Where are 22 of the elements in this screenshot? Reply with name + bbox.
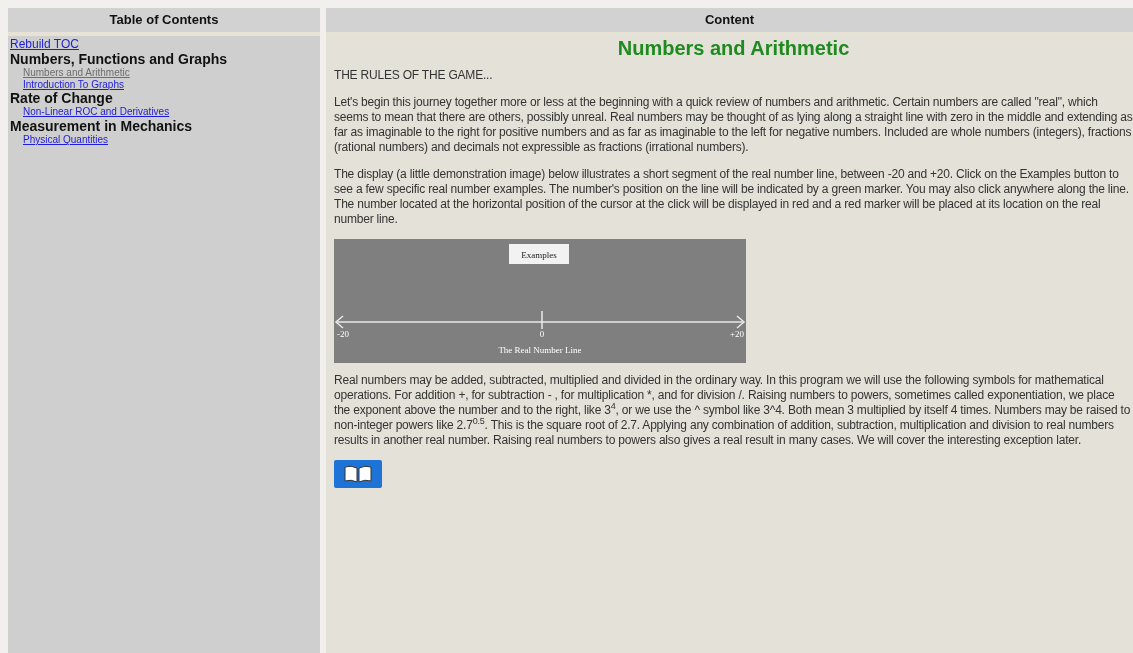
axis-label: -20 [337,328,349,339]
section-heading: Measurement in Mechanics [10,118,194,135]
axis-caption: The Real Number Line [498,344,582,355]
rebuild-toc-link[interactable]: Rebuild TOC [10,37,79,52]
number-line-display[interactable]: Examples -20 0 +20 The Real Number Line [334,238,746,363]
section-heading: Rate of Change [10,90,113,107]
number-line[interactable] [334,309,746,330]
paragraph: THE RULES OF THE GAME... [334,67,494,83]
toc-link[interactable]: Physical Quantities [10,134,109,146]
book-icon [343,464,373,483]
section-heading: Numbers, Functions and Graphs [10,51,229,68]
examples-button[interactable]: Examples [509,243,569,264]
toc-link[interactable]: Non-Linear ROC and Derivatives [10,106,170,118]
paragraph: Let's begin this journey together more or less at the beginning with a quick review of numbers and arithmetic. Certain numbers are called "real", which seems to mean that there are others, possibly unreal. Real numbers may be thought of as lying along a straight line with zero in the middle and extending as far as imaginable to the right for positive numbers and as far as imaginable to the left for negative numbers. Included are whole numbers (integers), fractions (rational numbers) and decimals not expressible as fractions (irrational numbers). [334,94,1133,155]
axis-label: +20 [729,328,744,339]
page-title: Numbers and Arithmetic [616,35,851,60]
book-button[interactable] [334,459,382,488]
paragraph: Real numbers may be added, subtracted, multiplied and divided in the ordinary way. In this program we will use the following symbols for mathematical operations. For addition +, for subtraction - , for multiplication *, and for division /. Raising numbers to powers, sometimes called exponentiation, we place the exponent above the number and to the right, like 3$^{4}$, or we use the ^ symbol like 3^4. Both mean 3 multiplied by itself 4 times. Numbers may be raised to non-integer powers like 2.7$^{0.5}$. This is the square root of 2.7. Applying any combination of addition, subtraction, multiplication and division to real numbers results in another real number. Raising real numbers to powers also gives a real result in many cases. We will cover the interesting exception later. [334,372,1132,448]
axis-label: 0 [539,328,545,339]
toc-link[interactable]: Numbers and Arithmetic [10,67,130,79]
toc-link[interactable]: Introduction To Graphs [10,78,124,91]
paragraph: The display (a little demonstration image) below illustrates a short segment of the real number line, between -20 and +20. Click on the Examples button to see a few specific real number examples. The number's position on the line will be indicated by a green marker. You may also click anywhere along the line. The number located at the horizontal position of the cursor at the click will be displayed in red and a red marker will be placed at its location on the real number line. [334,166,1130,227]
